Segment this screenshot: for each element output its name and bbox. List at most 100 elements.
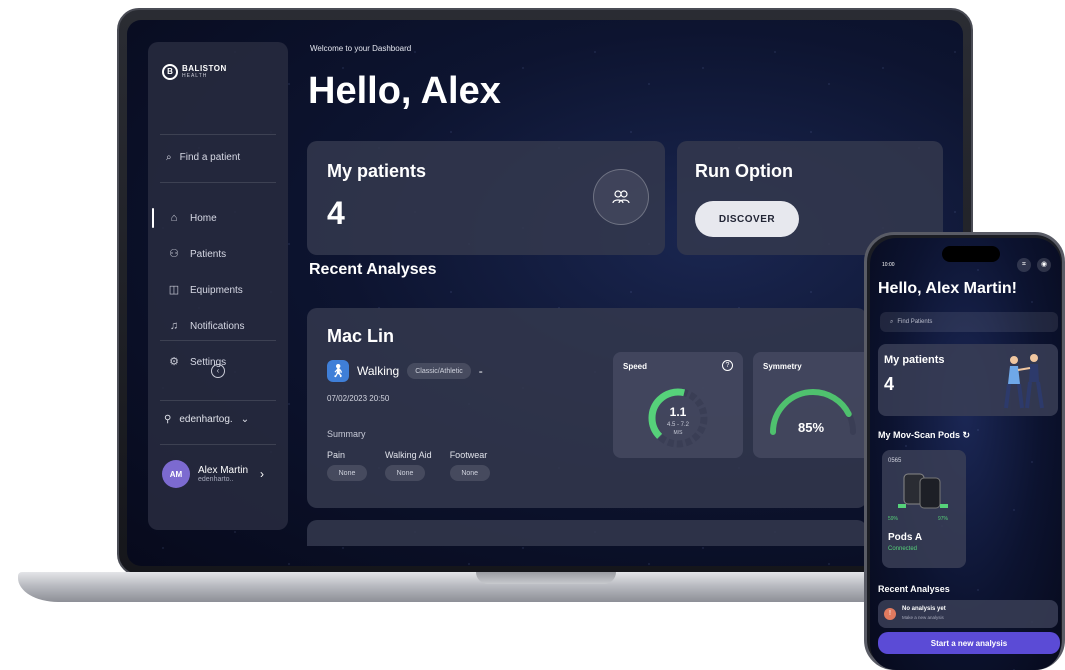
summary-pain: Pain None [327, 450, 367, 481]
activity-row: 🚶︎ Walking Classic/Athletic - [327, 360, 483, 382]
info-icon: ! [884, 608, 896, 620]
user-email: edenharto.. [198, 476, 234, 483]
summary-field-label: Footwear [449, 450, 488, 460]
my-patients-card[interactable]: My patients 4 [307, 141, 665, 255]
symmetry-gauge: 85% [770, 389, 856, 435]
symmetry-value: 85% [798, 420, 824, 435]
logo: B BALISTON HEALTH [162, 64, 227, 80]
page-title: Hello, Alex [308, 70, 501, 112]
summary-value-pill: None [327, 465, 367, 481]
scan-icon[interactable]: ⌗ [1017, 258, 1031, 272]
home-icon: ⌂ [170, 212, 178, 224]
analysis-card[interactable]: Mac Lin 🚶︎ Walking Classic/Athletic - 07… [307, 308, 867, 508]
dynamic-island [942, 246, 1000, 262]
people-icon [612, 190, 630, 204]
speed-metric-card: Speed ? 1.1 4.5 - 7.2 M/S [613, 352, 743, 458]
sidebar-item-label: Home [190, 212, 217, 224]
speed-gauge: 1.1 4.5 - 7.2 M/S [648, 388, 708, 448]
phone-search-input[interactable]: ⌕ Find Patients [880, 312, 1058, 332]
gear-icon: ⚙ [169, 356, 179, 368]
sidebar-item-home[interactable]: ⌂ Home [148, 200, 288, 236]
activity-label: Walking [357, 364, 400, 378]
sidebar-item-label: Patients [190, 248, 227, 260]
chevron-right-icon: › [260, 467, 265, 481]
sidebar-nav: ⌂ Home ⚇ Patients ◫ Equipments ♫ Notific… [148, 200, 288, 380]
divider [160, 444, 276, 445]
pods-title-text: My Mov-Scan Pods [878, 430, 961, 440]
laptop-notch [476, 572, 616, 584]
pods-device-icon [898, 473, 948, 509]
find-patient-label: Find a patient [179, 152, 241, 163]
analysis-datetime: 07/02/2023 20:50 [327, 394, 390, 403]
phone-clock: 10:00 [882, 262, 895, 268]
speed-range: 4.5 - 7.2 [667, 422, 690, 428]
phone-search-placeholder: Find Patients [897, 319, 933, 325]
run-option-title: Run Option [695, 161, 793, 181]
pod-status: Connected [888, 546, 918, 552]
phone-screen: 10:00 ⌗ ◉ Hello, Alex Martin! ⌕ Find Pat… [870, 238, 1061, 670]
speed-unit: M/S [674, 430, 684, 436]
patients-button[interactable] [593, 169, 649, 225]
no-analysis-title: No analysis yet [902, 606, 946, 612]
speed-value: 1.1 [670, 405, 687, 419]
discover-button[interactable]: DISCOVER [695, 201, 799, 237]
battery-right: 97% [938, 516, 949, 522]
divider [160, 182, 276, 183]
phone-patients-count: 4 [884, 374, 895, 394]
walking-icon: 🚶︎ [327, 360, 349, 382]
sidebar-item-equipments[interactable]: ◫ Equipments [148, 272, 288, 308]
recent-analyses-title: Recent Analyses [309, 261, 437, 278]
logo-mark: B [162, 64, 178, 80]
divider [160, 400, 276, 401]
tag-pill: Classic/Athletic [407, 363, 471, 379]
user-name: Alex Martin [198, 465, 249, 476]
pod-name: Pods A [888, 532, 923, 543]
find-patient-search[interactable]: ⌕ Find a patient [166, 152, 240, 163]
record-icon[interactable]: ◉ [1037, 258, 1051, 272]
search-icon: ⌕ [166, 152, 172, 163]
refresh-icon[interactable]: ↻ [963, 430, 971, 440]
phone-patients-title: My patients [884, 354, 945, 366]
phone-recent-title: Recent Analyses [878, 584, 950, 594]
user-icon: ⚲ [164, 414, 172, 425]
my-patients-title: My patients [327, 161, 427, 181]
pod-id: 0565 [888, 458, 902, 464]
summary-field-label: Walking Aid [385, 450, 432, 460]
welcome-text: Welcome to your Dashboard [310, 44, 412, 53]
start-analysis-button[interactable]: Start a new analysis [878, 632, 1060, 654]
collapse-sidebar-button[interactable]: ‹ [211, 364, 225, 378]
sidebar-item-notifications[interactable]: ♫ Notifications [148, 308, 288, 344]
phone-patients-card[interactable]: My patients 4 [878, 344, 1058, 416]
people-illustration [1004, 354, 1044, 409]
equipment-icon: ◫ [168, 284, 180, 296]
user-profile[interactable]: AM Alex Martin edenharto.. › [162, 460, 264, 488]
pods-title: My Mov-Scan Pods ↻ [878, 430, 970, 441]
organization-name: edenhartog. [179, 414, 233, 425]
search-icon: ⌕ [890, 318, 894, 325]
pod-card[interactable]: 0565 59% 97% Pods A Connected [882, 450, 966, 568]
patient-count: 4 [327, 195, 345, 231]
summary-value-pill: None [385, 465, 425, 481]
divider [160, 134, 276, 135]
chevron-down-icon: ⌄ [240, 414, 250, 425]
logo-subtitle: HEALTH [182, 73, 208, 79]
patient-name: Mac Lin [327, 326, 395, 346]
summary-field-label: Pain [327, 450, 346, 460]
symmetry-metric-card: Symmetry 85% [753, 352, 865, 458]
phone-greeting: Hello, Alex Martin! [878, 280, 1017, 297]
sidebar: B BALISTON HEALTH ⌕ Find a patient ⌂ Hom… [148, 42, 288, 530]
sidebar-item-patients[interactable]: ⚇ Patients [148, 236, 288, 272]
battery-left: 59% [888, 516, 899, 522]
phone-top-actions: ⌗ ◉ [1017, 258, 1051, 272]
separator: - [478, 364, 483, 378]
summary-footwear: Footwear None [449, 450, 490, 481]
next-analysis-card[interactable] [307, 520, 867, 546]
sidebar-item-label: Equipments [190, 284, 243, 296]
divider [160, 340, 276, 341]
no-analysis-card: ! No analysis yet Make a new analysis [878, 600, 1058, 628]
logo-title: BALISTON [182, 64, 227, 73]
summary-label: Summary [327, 429, 366, 439]
organization-selector[interactable]: ⚲ edenhartog. ⌄ [164, 414, 249, 425]
summary-walking-aid: Walking Aid None [385, 450, 432, 481]
patients-icon: ⚇ [169, 248, 179, 260]
